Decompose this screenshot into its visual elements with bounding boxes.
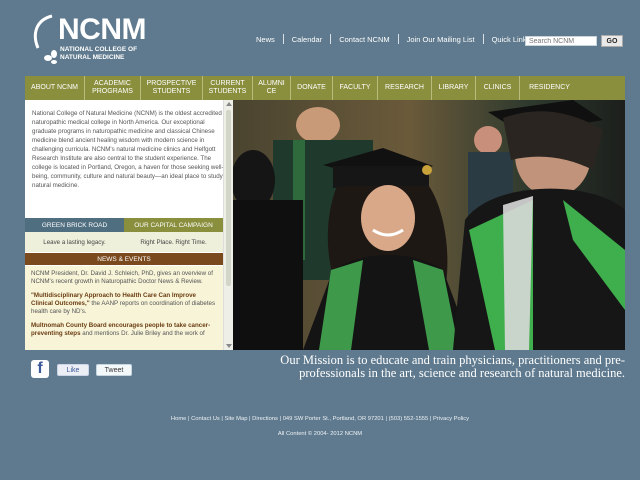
scroll-up-arrow-icon[interactable] xyxy=(226,102,232,106)
like-label: Like xyxy=(66,366,80,374)
tab-title: OUR CAPITAL CAMPAIGN xyxy=(124,218,223,232)
search-go-button[interactable]: GO xyxy=(601,35,623,47)
tweet-label: Tweet xyxy=(104,366,124,374)
mission-statement: Our Mission is to educate and train phys… xyxy=(280,353,625,380)
footer-phone: (503) 552-1555 xyxy=(388,416,429,422)
graduation-photo-image xyxy=(233,100,625,350)
news-item-text: NCNM President, Dr. David J. Schleich, P… xyxy=(31,270,213,285)
tab-green-brick-road[interactable]: GREEN BRICK ROAD Leave a lasting legacy. xyxy=(25,218,124,252)
feature-tabs: GREEN BRICK ROAD Leave a lasting legacy.… xyxy=(25,218,223,252)
news-events-header: NEWS & EVENTS xyxy=(25,253,223,265)
news-item[interactable]: NCNM President, Dr. David J. Schleich, P… xyxy=(31,270,217,286)
news-item[interactable]: "Multidisciplinary Approach to Health Ca… xyxy=(31,292,217,316)
scroll-thumb[interactable] xyxy=(226,110,231,286)
nav-library[interactable]: LIBRARY xyxy=(432,76,476,100)
logo-subtitle: NATIONAL COLLEGE OF NATURAL MEDICINE xyxy=(60,46,138,61)
nav-clinics[interactable]: CLINICS xyxy=(476,76,520,100)
tab-body: Leave a lasting legacy. xyxy=(25,232,124,252)
facebook-icon[interactable]: f xyxy=(31,360,49,378)
copyright: All Content © 2004- 2012 NCNM xyxy=(277,431,363,437)
tab-title: GREEN BRICK ROAD xyxy=(25,218,124,232)
leaf-logo-icon xyxy=(33,14,57,64)
top-nav-mailing-list[interactable]: Join Our Mailing List xyxy=(399,35,483,44)
top-nav-contact[interactable]: Contact NCNM xyxy=(331,35,397,44)
left-panel: National College of Natural Medicine (NC… xyxy=(25,100,233,350)
news-item[interactable]: Multnomah County Board encourages people… xyxy=(31,322,217,338)
nav-faculty[interactable]: FACULTY xyxy=(333,76,378,100)
nav-residency[interactable]: RESIDENCY xyxy=(520,76,579,100)
footer-site-map[interactable]: Site Map xyxy=(225,416,248,422)
facebook-like-button[interactable]: Like xyxy=(57,364,89,376)
footer-contact[interactable]: Contact Us xyxy=(191,416,220,422)
news-item-text: and mentions Dr. Julie Briley and the wo… xyxy=(80,330,205,337)
footer-home[interactable]: Home xyxy=(171,416,186,422)
news-scrollbar[interactable] xyxy=(223,100,233,350)
main-nav: ABOUT NCNM ACADEMIC PROGRAMS PROSPECTIVE… xyxy=(25,76,625,100)
top-nav: News Calendar Contact NCNM Join Our Mail… xyxy=(248,34,538,44)
footer-directions[interactable]: Directions xyxy=(252,416,278,422)
nav-about[interactable]: ABOUT NCNM xyxy=(25,76,85,100)
nav-alumni-ce[interactable]: ALUMNI CE xyxy=(253,76,291,100)
scroll-down-arrow-icon[interactable] xyxy=(226,344,232,348)
news-list: NCNM President, Dr. David J. Schleich, P… xyxy=(25,266,223,350)
nav-current-students[interactable]: CURRENT STUDENTS xyxy=(203,76,253,100)
search-input[interactable] xyxy=(525,36,597,46)
nav-research[interactable]: RESEARCH xyxy=(378,76,432,100)
footer-privacy[interactable]: Privacy Policy xyxy=(433,416,469,422)
logo-title: NCNM xyxy=(58,13,147,46)
graduation-photo xyxy=(233,100,625,350)
ncnm-logo[interactable]: NCNM NATIONAL COLLEGE OF NATURAL MEDICIN… xyxy=(30,12,147,68)
nav-donate[interactable]: DONATE xyxy=(291,76,333,100)
top-nav-calendar[interactable]: Calendar xyxy=(284,35,330,44)
footer-address: 049 SW Porter St., Portland, OR 97201 xyxy=(282,416,384,422)
tab-capital-campaign[interactable]: OUR CAPITAL CAMPAIGN Right Place. Right … xyxy=(124,218,223,252)
nav-prospective-students[interactable]: PROSPECTIVE STUDENTS xyxy=(141,76,203,100)
intro-text: National College of Natural Medicine (NC… xyxy=(32,110,224,189)
footer-links: Home | Contact Us | Site Map | Direction… xyxy=(170,416,470,422)
nav-academic-programs[interactable]: ACADEMIC PROGRAMS xyxy=(85,76,141,100)
tweet-button[interactable]: Tweet xyxy=(96,364,132,376)
top-nav-news[interactable]: News xyxy=(248,35,283,44)
tab-body: Right Place. Right Time. xyxy=(124,232,223,252)
